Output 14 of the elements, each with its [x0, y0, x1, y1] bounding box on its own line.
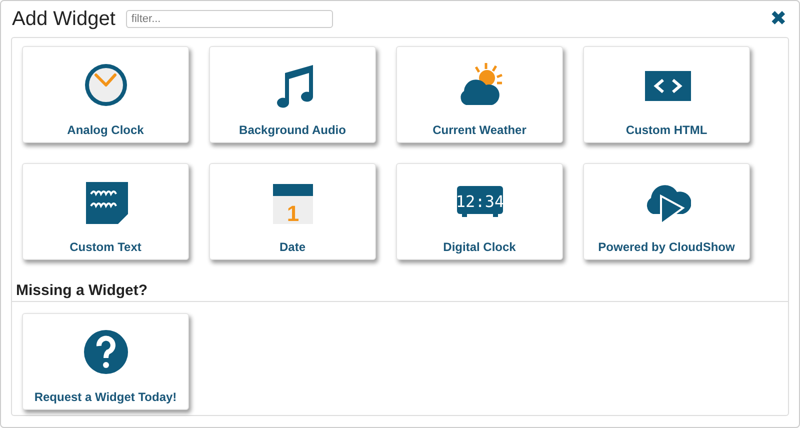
filter-field[interactable]: filter...: [126, 10, 334, 28]
widget-card[interactable]: Powered by CloudShow: [583, 163, 750, 260]
window-title: Add Widget: [12, 8, 116, 30]
help-icon: [82, 328, 130, 376]
widget-card[interactable]: Custom HTML: [583, 46, 750, 143]
section-heading: Missing a Widget?: [12, 282, 788, 302]
close-button[interactable]: ✖: [768, 9, 789, 29]
widget-card[interactable]: 12:34 Digital Clock: [396, 163, 563, 260]
widget-card[interactable]: Background Audio: [209, 46, 376, 143]
widget-card[interactable]: Custom Text: [22, 163, 189, 260]
widget-card[interactable]: Current Weather: [396, 46, 563, 143]
widget-card[interactable]: 1 Date: [209, 163, 376, 260]
widget-card[interactable]: Analog Clock: [22, 46, 189, 143]
widget-card[interactable]: Request a Widget Today!: [22, 313, 189, 410]
